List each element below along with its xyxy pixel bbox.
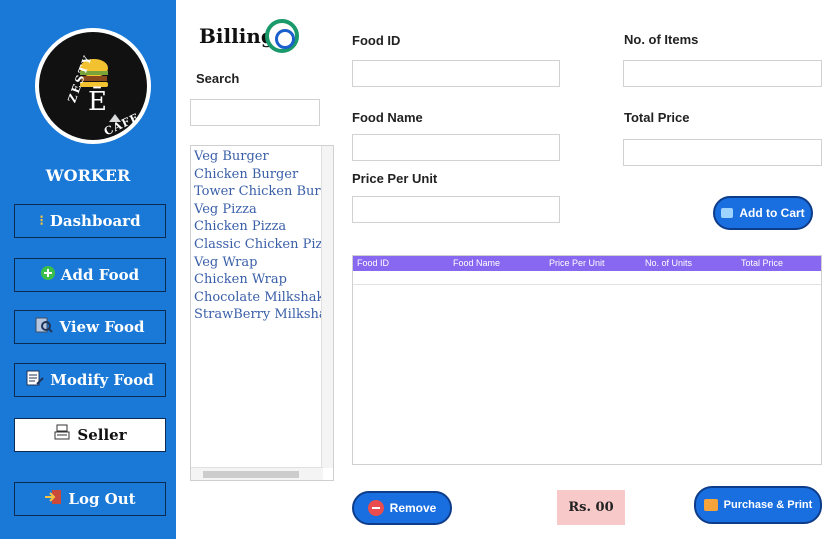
print-icon — [703, 499, 718, 511]
search-doc-icon — [35, 317, 54, 337]
log-out-label: Log Out — [68, 490, 136, 508]
food-name-label: Food Name — [352, 110, 423, 125]
price-field[interactable] — [352, 196, 560, 223]
row-divider — [353, 284, 821, 285]
horizontal-scrollbar[interactable] — [191, 467, 323, 480]
cart-table[interactable]: Food ID Food Name Price Per Unit No. of … — [352, 255, 822, 465]
view-food-button[interactable]: View Food — [14, 310, 166, 344]
edit-icon — [26, 370, 44, 390]
total-price-label: Total Price — [624, 110, 690, 125]
log-out-button[interactable]: Log Out — [14, 482, 166, 516]
seller-button[interactable]: Seller — [14, 418, 166, 452]
add-food-label: Add Food — [60, 266, 140, 284]
view-food-label: View Food — [59, 318, 145, 336]
vertical-scrollbar[interactable] — [321, 146, 333, 468]
search-label: Search — [196, 71, 240, 86]
food-id-label: Food ID — [352, 33, 401, 48]
add-to-cart-label: Add to Cart — [739, 206, 805, 220]
table-header: Food ID Food Name Price Per Unit No. of … — [353, 256, 821, 271]
list-item[interactable]: Veg Burger — [191, 148, 333, 166]
list-item[interactable]: Chocolate Milkshake — [191, 289, 333, 307]
column-header[interactable]: No. of Units — [641, 256, 737, 271]
items-label: No. of Items — [624, 32, 699, 47]
sidebar: Ē ZESTY CAFE WORKER ⁝ Dashboard Add Food… — [0, 0, 176, 539]
items-field[interactable] — [623, 60, 822, 87]
modify-food-button[interactable]: Modify Food — [14, 363, 166, 397]
column-header[interactable]: Food ID — [353, 256, 449, 271]
zesty-cafe-logo: Ē ZESTY CAFE — [35, 28, 151, 144]
column-header[interactable]: Food Name — [449, 256, 545, 271]
total-price-field[interactable] — [623, 139, 822, 166]
purchase-print-button[interactable]: Purchase & Print — [694, 486, 822, 524]
price-label: Price Per Unit — [352, 171, 438, 186]
search-input[interactable] — [190, 99, 320, 126]
food-list[interactable]: Veg Burger Chicken Burger Tower Chicken … — [190, 145, 334, 481]
dashboard-button[interactable]: ⁝ Dashboard — [14, 204, 166, 238]
modify-food-label: Modify Food — [50, 371, 154, 389]
scrollbar-thumb[interactable] — [203, 471, 299, 478]
list-item[interactable]: Chicken Pizza — [191, 218, 333, 236]
add-food-button[interactable]: Add Food — [14, 258, 166, 292]
list-item[interactable]: Tower Chicken Burge — [191, 183, 333, 201]
remove-button[interactable]: Remove — [352, 491, 452, 525]
svg-text:Ē: Ē — [88, 86, 107, 117]
cash-register-icon — [53, 424, 71, 446]
page-title: Billing — [199, 24, 275, 48]
food-name-field[interactable] — [352, 134, 560, 161]
column-header[interactable]: Price Per Unit — [545, 256, 641, 271]
dashboard-label: Dashboard — [49, 212, 141, 230]
column-header[interactable]: Total Price — [737, 256, 821, 271]
list-item[interactable]: StrawBerry Milkshak — [191, 306, 333, 324]
purchase-print-label: Purchase & Print — [723, 499, 813, 511]
role-label: WORKER — [45, 166, 131, 185]
list-item[interactable]: Classic Chicken Pizza — [191, 236, 333, 254]
list-item[interactable]: Veg Wrap — [191, 254, 333, 272]
food-id-field[interactable] — [352, 60, 560, 87]
list-item[interactable]: Chicken Wrap — [191, 271, 333, 289]
total-amount: Rs. 00 — [557, 490, 625, 525]
cart-icon — [721, 208, 734, 218]
remove-label: Remove — [389, 501, 437, 515]
seller-label: Seller — [77, 426, 127, 444]
list-item[interactable]: Chicken Burger — [191, 166, 333, 184]
add-to-cart-button[interactable]: Add to Cart — [713, 196, 813, 230]
billing-logo-icon — [265, 19, 299, 53]
list-item[interactable]: Veg Pizza — [191, 201, 333, 219]
info-icon: ⁝ — [39, 213, 44, 229]
remove-icon — [367, 500, 384, 516]
plus-circle-icon — [40, 266, 55, 284]
logout-icon — [44, 489, 62, 509]
